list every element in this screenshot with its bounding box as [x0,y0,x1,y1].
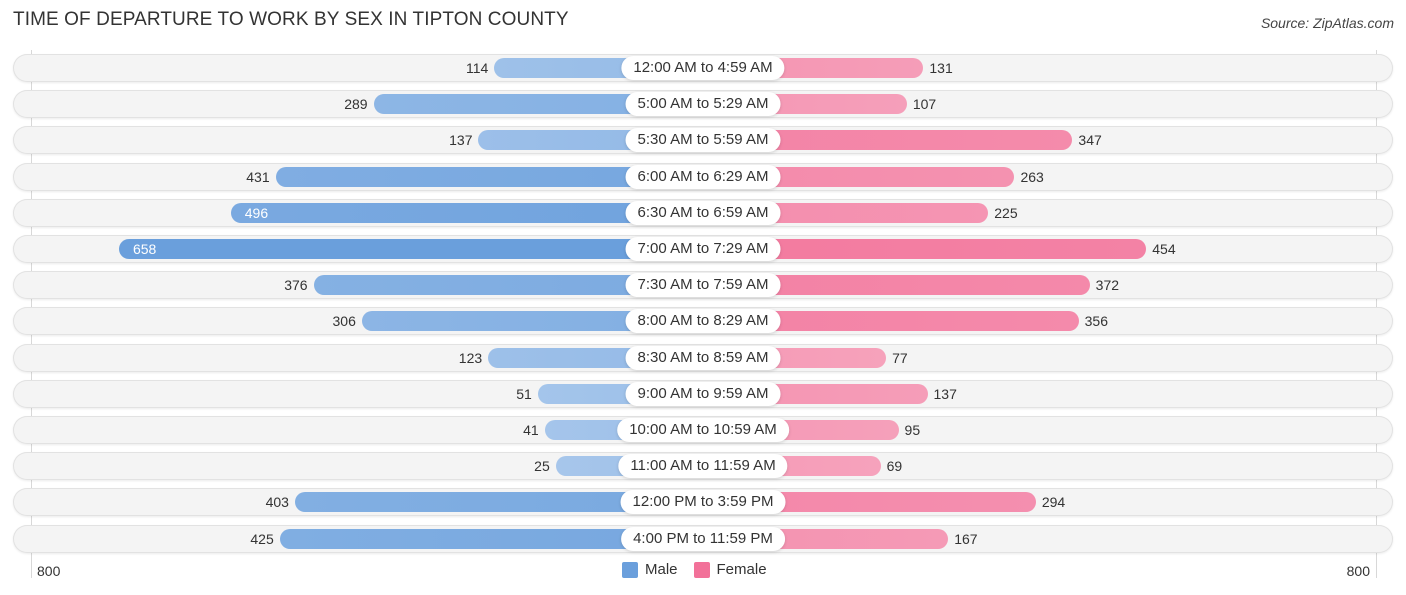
value-label-male: 25 [534,458,550,475]
value-label-female: 69 [886,458,903,475]
category-label: 12:00 AM to 4:59 AM [621,56,785,80]
category-label: 6:30 AM to 6:59 AM [625,200,781,225]
axis-right-label: 800 [1346,563,1370,579]
value-label-female: 95 [904,422,921,438]
category-label: 7:30 AM to 7:59 AM [625,273,781,298]
value-label-male: 114 [466,60,489,76]
category-label: 10:00 AM to 10:59 AM [617,418,789,442]
value-label-female: 294 [1041,494,1066,511]
value-label-male: 289 [344,96,368,113]
value-label-male: 41 [523,422,539,438]
value-label-male: 403 [265,494,289,511]
value-label-female: 131 [929,60,953,76]
value-label-female: 372 [1095,277,1120,294]
value-label-male: 376 [284,277,308,294]
category-label: 5:30 AM to 5:59 AM [625,128,781,153]
value-label-female: 347 [1078,132,1102,149]
legend-item-female[interactable]: Female [693,561,767,578]
legend: Male Female [622,561,775,578]
value-label-female: 454 [1152,241,1176,257]
category-label: 8:30 AM to 8:59 AM [625,345,781,370]
category-label: 11:00 AM to 11:59 AM [618,454,788,479]
category-label: 4:00 PM to 11:59 PM [621,526,785,551]
category-label: 6:00 AM to 6:29 AM [625,164,781,189]
value-label-female: 263 [1020,168,1044,185]
value-label-female: 225 [994,204,1018,221]
legend-swatch-male [622,561,638,578]
value-label-male: 431 [246,168,270,185]
value-label-male: 137 [449,132,473,149]
value-label-female: 107 [912,96,937,113]
value-label-male: 306 [332,313,356,330]
category-label: 12:00 PM to 3:59 PM [620,490,786,515]
axis-left-label: 800 [37,563,61,579]
legend-label-male: Male [645,561,678,578]
category-label: 7:00 AM to 7:29 AM [625,237,781,261]
legend-swatch-female [693,561,710,578]
category-label: 8:00 AM to 8:29 AM [625,309,781,334]
value-label-male: 51 [516,385,532,402]
value-label-female: 137 [933,385,957,402]
value-label-female: 167 [954,530,978,547]
value-label-male: 658 [132,241,157,257]
value-label-male: 496 [244,204,269,221]
value-label-female: 77 [892,349,908,366]
value-label-female: 356 [1084,313,1108,330]
category-label: 5:00 AM to 5:29 AM [625,92,781,117]
legend-item-male[interactable]: Male [622,561,678,578]
category-label: 9:00 AM to 9:59 AM [625,381,781,406]
value-label-male: 425 [250,530,274,547]
chart-area: 12:00 AM to 4:59 AM 114 131 5:00 AM to 5:29… [0,0,1406,595]
bar-male[interactable] [118,239,703,259]
legend-label-female: Female [716,561,767,578]
value-label-male: 123 [458,349,483,366]
